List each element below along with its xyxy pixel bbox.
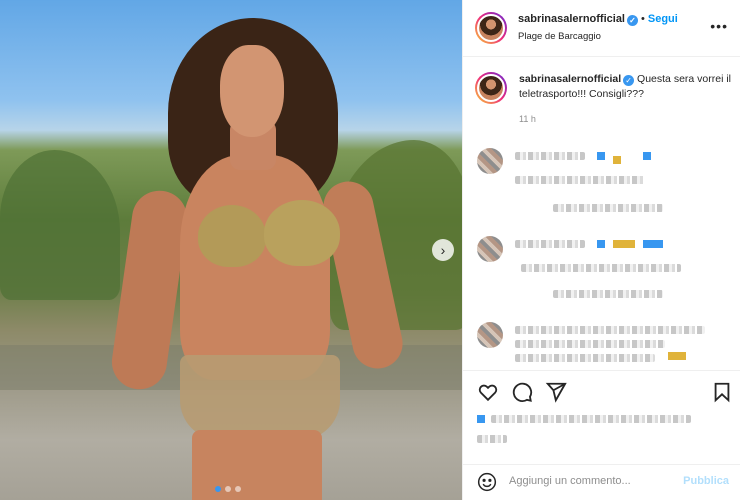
comment-icon[interactable] — [511, 381, 533, 403]
post-photo[interactable]: › — [0, 0, 462, 500]
avatar[interactable] — [475, 12, 507, 44]
comment-pixelated — [613, 240, 635, 248]
date-pixelated — [477, 435, 507, 443]
post-actions — [463, 370, 740, 467]
caption-text-block: sabrinasalernofficial ✓ Questa sera vorre… — [519, 72, 731, 102]
comment-bar: Aggiungi un commento... Pubblica — [463, 464, 740, 501]
comment-pixelated — [613, 156, 621, 164]
caption-username[interactable]: sabrinasalernofficial — [519, 73, 621, 85]
header-username-line: sabrinasalernofficial ✓ • Segui — [518, 13, 678, 26]
comment-pixelated — [553, 204, 663, 212]
separator-dot: • — [641, 13, 645, 25]
heart-icon[interactable] — [477, 381, 499, 403]
publish-button[interactable]: Pubblica — [683, 475, 729, 487]
caption-timestamp: 11 h — [519, 114, 536, 124]
carousel-dot — [235, 486, 241, 492]
chevron-right-icon[interactable]: › — [432, 239, 454, 261]
likes-pixelated — [491, 415, 691, 423]
bookmark-icon[interactable] — [711, 381, 733, 403]
carousel-dots — [215, 486, 241, 492]
carousel-dot-active — [215, 486, 221, 492]
comment-pixelated — [515, 340, 665, 348]
comment-pixelated — [597, 152, 605, 160]
more-options-icon[interactable]: ••• — [710, 18, 728, 34]
caption: sabrinasalernofficial ✓ Questa sera vorre… — [475, 72, 731, 124]
follow-button[interactable]: Segui — [648, 13, 678, 25]
header-username[interactable]: sabrinasalernofficial — [518, 13, 625, 25]
comment-pixelated — [515, 354, 655, 362]
comment-pixelated — [643, 240, 663, 248]
verified-badge-icon: ✓ — [623, 75, 635, 86]
comment-pixelated — [597, 240, 605, 248]
comment-avatar[interactable] — [477, 236, 503, 262]
carousel-dot — [225, 486, 231, 492]
comment-avatar[interactable] — [477, 322, 503, 348]
post-side-panel: sabrinasalernofficial ✓ • Segui Plage de Ba… — [462, 0, 740, 500]
comment-pixelated — [668, 352, 686, 360]
person-figure — [60, 10, 408, 500]
comment-pixelated — [515, 326, 705, 334]
avatar[interactable] — [475, 72, 507, 104]
post-header: sabrinasalernofficial ✓ • Segui Plage de Ba… — [463, 0, 740, 57]
comment-pixelated — [515, 152, 585, 160]
verified-badge-icon: ✓ — [627, 15, 638, 26]
comment-avatar[interactable] — [477, 148, 503, 174]
comment-pixelated — [521, 264, 681, 272]
likes-pixelated — [477, 415, 485, 423]
comment-input[interactable]: Aggiungi un commento... — [509, 475, 631, 487]
comment-pixelated — [553, 290, 663, 298]
emoji-icon[interactable] — [477, 472, 497, 492]
share-icon[interactable] — [545, 381, 567, 403]
comment-pixelated — [515, 240, 585, 248]
comment-pixelated — [515, 176, 645, 184]
comment-pixelated — [643, 152, 651, 160]
location-link[interactable]: Plage de Barcaggio — [518, 31, 601, 42]
